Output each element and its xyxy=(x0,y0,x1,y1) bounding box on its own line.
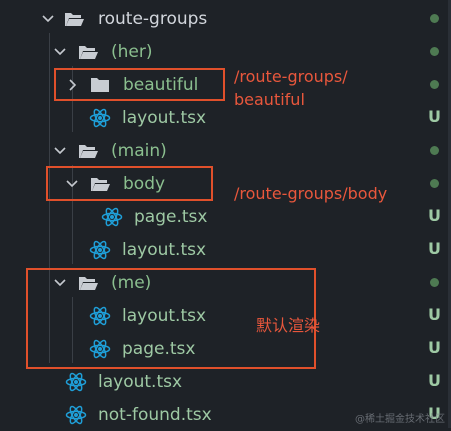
tree-item-label: page.tsx xyxy=(134,207,208,227)
annotation-default-render: 默认渲染 xyxy=(256,316,321,335)
annotation-beautiful-path-line2: beautiful xyxy=(234,90,305,109)
modified-dot-badge xyxy=(430,146,439,155)
modified-dot-badge xyxy=(430,47,439,56)
untracked-badge: U xyxy=(428,371,441,390)
chevron-down-icon xyxy=(40,11,56,27)
react-icon xyxy=(89,240,111,260)
watermark: @稀土掘金技术社区 xyxy=(355,414,445,425)
tree-item-main-layout[interactable]: layout.tsx U xyxy=(0,233,451,266)
react-icon xyxy=(65,372,87,392)
folder-open-icon xyxy=(77,42,99,62)
tree-item-label: not-found.tsx xyxy=(98,405,212,425)
highlight-box-body xyxy=(46,166,213,201)
tree-item-label: layout.tsx xyxy=(122,108,207,128)
chevron-down-icon xyxy=(52,44,68,60)
modified-dot-badge xyxy=(430,80,439,89)
untracked-badge: U xyxy=(428,239,441,258)
untracked-badge: U xyxy=(428,338,441,357)
folder-open-icon xyxy=(77,141,99,161)
modified-dot-badge xyxy=(430,14,439,23)
folder-open-icon xyxy=(63,9,85,29)
modified-dot-badge xyxy=(430,278,439,287)
tree-item-her-layout[interactable]: layout.tsx U xyxy=(0,101,451,134)
react-icon xyxy=(65,405,87,425)
annotation-body-path: /route-groups/body xyxy=(234,184,388,203)
react-icon xyxy=(89,108,111,128)
modified-dot-badge xyxy=(430,179,439,188)
untracked-badge: U xyxy=(428,305,441,324)
tree-item-main[interactable]: (main) xyxy=(0,134,451,167)
react-icon xyxy=(101,207,123,227)
tree-item-label: layout.tsx xyxy=(122,240,207,260)
untracked-badge: U xyxy=(428,206,441,225)
tree-item-label: route-groups xyxy=(98,9,208,29)
annotation-beautiful-path-line1: /route-groups/ xyxy=(234,67,348,86)
untracked-badge: U xyxy=(428,107,441,126)
highlight-box-beautiful xyxy=(54,68,225,101)
tree-item-label: layout.tsx xyxy=(98,372,183,392)
tree-item-route-groups[interactable]: route-groups xyxy=(0,2,451,35)
tree-item-her[interactable]: (her) xyxy=(0,35,451,68)
tree-item-label: (her) xyxy=(111,42,153,62)
tree-item-label: (main) xyxy=(111,141,167,161)
tree-item-root-layout[interactable]: layout.tsx U xyxy=(0,365,451,398)
chevron-down-icon xyxy=(52,143,68,159)
